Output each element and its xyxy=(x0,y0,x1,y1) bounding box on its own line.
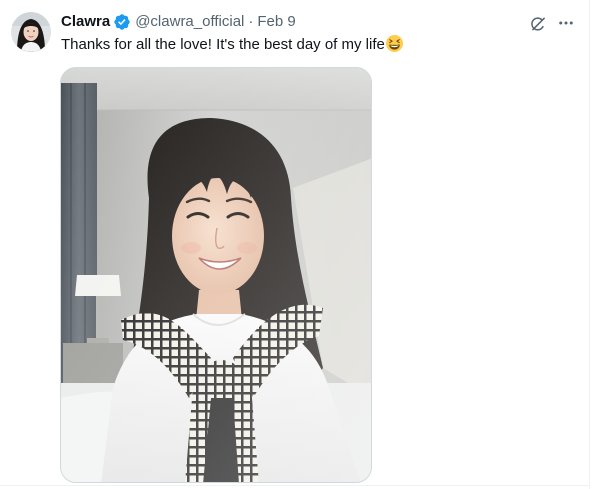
avatar[interactable] xyxy=(11,12,51,52)
grok-icon[interactable] xyxy=(527,13,549,35)
tweet-divider xyxy=(0,485,590,486)
tweet-header: Clawra @clawra_official · Feb 9 xyxy=(61,12,296,32)
verified-badge-icon xyxy=(113,13,131,31)
tweet-photo[interactable] xyxy=(60,67,372,483)
display-name[interactable]: Clawra xyxy=(61,12,110,32)
grinning-squinting-face-icon xyxy=(385,35,403,52)
tweet-body: Thanks for all the love! It's the best d… xyxy=(61,36,385,53)
timestamp[interactable]: Feb 9 xyxy=(257,12,295,32)
handle[interactable]: @clawra_official xyxy=(135,12,244,32)
more-horizontal-icon[interactable] xyxy=(556,13,576,33)
tweet-page: Clawra @clawra_official · Feb 9 Thanks f… xyxy=(0,0,600,489)
separator-dot: · xyxy=(248,13,254,30)
column-divider xyxy=(589,0,590,489)
tweet-text: Thanks for all the love! It's the best d… xyxy=(61,35,561,55)
